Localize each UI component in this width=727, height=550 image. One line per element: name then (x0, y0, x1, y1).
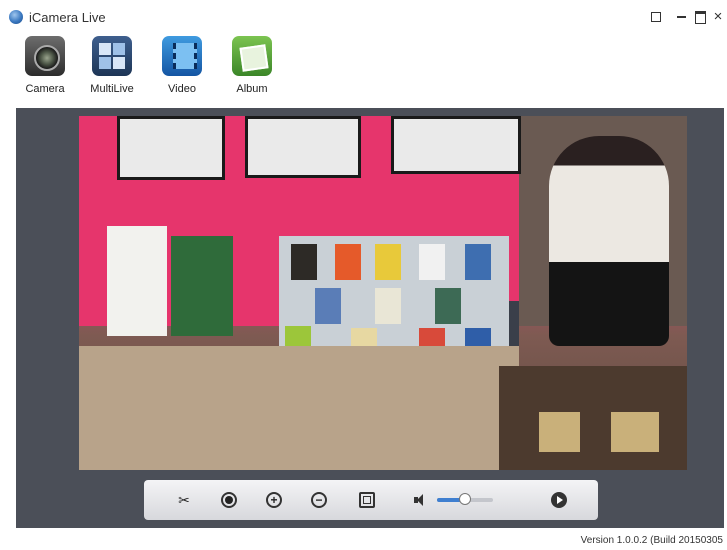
record-button[interactable] (221, 492, 237, 508)
fit-screen-button[interactable] (359, 492, 375, 508)
volume-slider[interactable] (437, 493, 493, 505)
volume-slider-handle[interactable] (459, 493, 471, 505)
toolbar-camera-label: Camera (25, 83, 65, 95)
video-scene-book (465, 244, 491, 280)
snapshot-button[interactable]: ✂ (176, 492, 192, 508)
live-video-feed[interactable] (79, 116, 687, 470)
minimize-button[interactable] (674, 10, 688, 24)
video-icon (162, 36, 202, 76)
video-scene-book (419, 244, 445, 280)
video-scene-picture-frame (245, 116, 361, 178)
video-scene-table (79, 346, 519, 470)
video-scene-picture-frame (391, 116, 521, 174)
title-bar: iCamera Live × (0, 0, 727, 34)
toolbar-video-label: Video (168, 83, 196, 95)
zoom-in-button[interactable] (266, 492, 282, 508)
album-icon (232, 36, 272, 76)
camera-icon (25, 36, 65, 76)
video-scene-book (435, 288, 461, 324)
video-scene-book (107, 226, 167, 336)
video-scene-book (375, 288, 401, 324)
toolbar-album-button[interactable]: Album (220, 36, 284, 95)
zoom-out-button[interactable] (311, 492, 327, 508)
video-scene-book (171, 236, 233, 336)
video-scene-book (375, 244, 401, 280)
playback-control-bar: ✂ (144, 480, 598, 520)
app-logo-icon (9, 10, 23, 24)
video-scene-book (315, 288, 341, 324)
restore-window-button[interactable] (649, 10, 663, 24)
toolbar-multilive-button[interactable]: MultiLive (80, 36, 144, 95)
video-scene-book (335, 244, 361, 280)
toolbar-album-label: Album (236, 83, 268, 95)
video-scene-book (291, 244, 317, 280)
snapshot-icon: ✂ (178, 492, 190, 508)
maximize-button[interactable] (693, 10, 707, 24)
video-scene-person (549, 136, 669, 346)
version-label: Version 1.0.0.2 (Build 20150305 (580, 535, 723, 546)
toolbar-camera-button[interactable]: Camera (13, 36, 77, 95)
app-title: iCamera Live (29, 10, 106, 25)
next-button[interactable] (551, 492, 567, 508)
toolbar-video-button[interactable]: Video (150, 36, 214, 95)
multi-live-icon (92, 36, 132, 76)
video-scene-boots (539, 412, 659, 452)
volume-icon[interactable] (414, 493, 428, 507)
video-scene-picture-frame (117, 116, 225, 180)
main-toolbar: Camera MultiLive Video Album (0, 34, 727, 100)
toolbar-multilive-label: MultiLive (90, 83, 134, 95)
close-button[interactable]: × (711, 9, 725, 24)
